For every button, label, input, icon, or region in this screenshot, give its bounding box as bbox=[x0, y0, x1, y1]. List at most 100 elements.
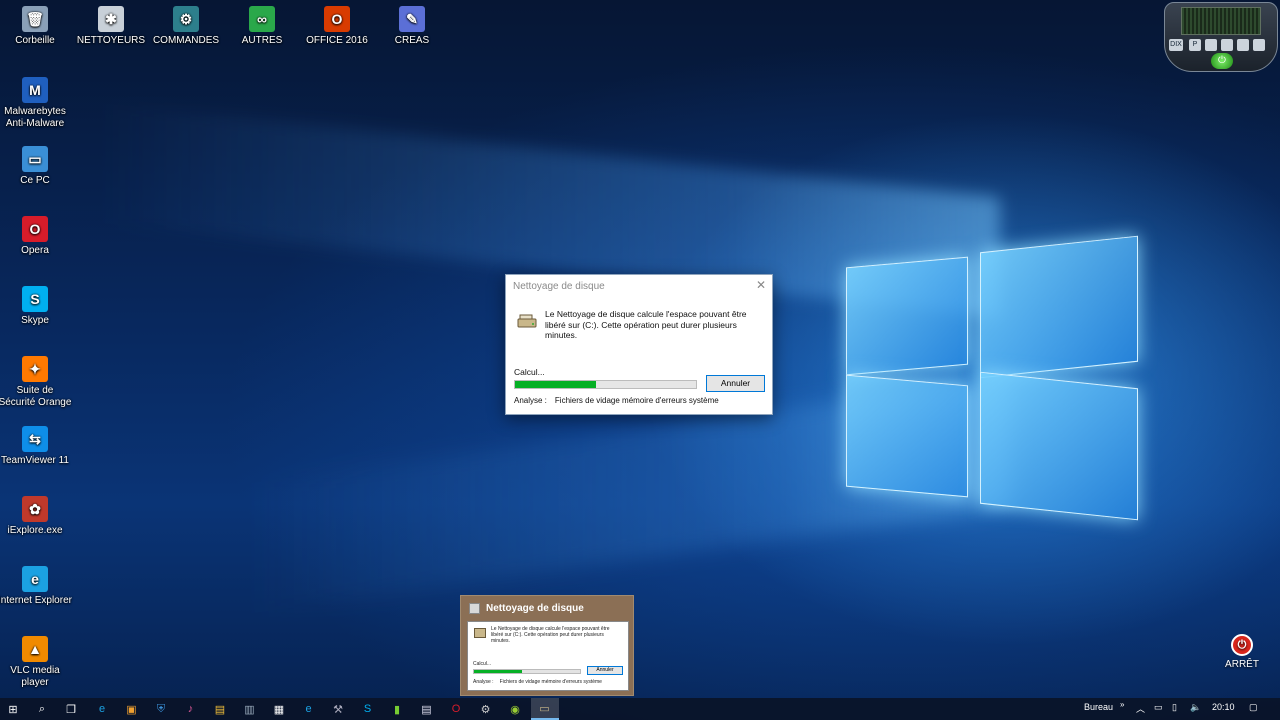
taskbar-thumbnail-preview[interactable]: Nettoyage de disque Le Nettoyage de disq… bbox=[460, 595, 634, 696]
shield-icon[interactable]: ⛨ bbox=[153, 701, 169, 717]
gadget-button[interactable] bbox=[1205, 39, 1217, 51]
desktop-icon[interactable]: ⚙ COMMANDES bbox=[148, 6, 224, 47]
search-icon[interactable]: ⌕ bbox=[34, 701, 50, 717]
opera-icon[interactable]: O bbox=[448, 701, 464, 717]
gadget-button[interactable] bbox=[1253, 39, 1265, 51]
recycle-bin-icon: 🗑 bbox=[22, 6, 48, 32]
toolbar-expand-icon[interactable]: » bbox=[1120, 700, 1124, 709]
windows-logo-pane bbox=[980, 371, 1138, 521]
windows-logo-pane bbox=[846, 256, 968, 376]
preview-status: Calcul... bbox=[473, 661, 492, 667]
malwarebytes-icon: M bbox=[22, 77, 48, 103]
desktop-icon-label: CREAS bbox=[394, 35, 430, 46]
preview-cancel-button: Annuler bbox=[587, 666, 623, 675]
preview-message: Le Nettoyage de disque calcule l'espace … bbox=[491, 626, 610, 644]
iexplore-exe-icon: ✿ bbox=[22, 496, 48, 522]
dialog-message: Le Nettoyage de disque calcule l'espace … bbox=[545, 309, 747, 340]
desktop-icon[interactable]: e Internet Explorer bbox=[0, 566, 73, 607]
preview-progress-bar bbox=[473, 669, 581, 674]
system-monitor-gadget[interactable]: DIX P ⏻ bbox=[1164, 2, 1278, 72]
desktop-icon-label: Corbeille bbox=[15, 35, 55, 46]
desktop-icon[interactable]: S Skype bbox=[0, 286, 73, 327]
progress-bar bbox=[514, 380, 697, 389]
office-icon: O bbox=[324, 6, 350, 32]
internet-explorer-icon: e bbox=[22, 566, 48, 592]
start-icon[interactable]: ⊞ bbox=[5, 701, 21, 717]
gadget-button[interactable]: DIX bbox=[1169, 39, 1183, 51]
desktop-icon-label: Skype bbox=[21, 315, 49, 326]
settings-icon[interactable]: ⚙ bbox=[478, 701, 494, 717]
battery-icon[interactable]: ▯ bbox=[1172, 702, 1177, 713]
desktop-icon[interactable]: ✦ Suite de Sécurité Orange bbox=[0, 356, 73, 409]
gadget-screen bbox=[1181, 7, 1261, 35]
shutdown-shortcut[interactable]: ⏻ ARRÊT bbox=[1218, 634, 1266, 670]
gadget-button[interactable]: P bbox=[1189, 39, 1201, 51]
task-view-icon[interactable]: ❐ bbox=[63, 701, 79, 717]
tool-icon[interactable]: ⚒ bbox=[330, 701, 346, 717]
notification-center-icon[interactable]: ▢ bbox=[1249, 702, 1258, 713]
desktop-icon[interactable]: M Malwarebytes Anti-Malware bbox=[0, 77, 73, 130]
desktop-icon-label: AUTRES bbox=[241, 35, 283, 46]
analysis-label: Analyse : bbox=[514, 396, 547, 405]
desktop-icon[interactable]: O OFFICE 2016 bbox=[299, 6, 375, 47]
windows-logo-pane bbox=[846, 374, 968, 498]
cleaners-folder-icon: ✱ bbox=[98, 6, 124, 32]
show-hidden-icons-icon[interactable]: ︿ bbox=[1136, 702, 1145, 715]
preview-title: Nettoyage de disque bbox=[486, 603, 584, 614]
volume-icon[interactable]: 🔈 bbox=[1190, 702, 1201, 713]
skype-icon[interactable]: S bbox=[360, 701, 376, 717]
preview-analysis: Analyse : Fichiers de vidage mémoire d'er… bbox=[473, 679, 602, 685]
desktop-icon[interactable]: 🗑 Corbeille bbox=[0, 6, 73, 47]
desktop-icon[interactable]: ⇆ TeamViewer 11 bbox=[0, 426, 73, 467]
edge-icon[interactable]: e bbox=[94, 701, 110, 717]
file-explorer-icon[interactable]: ▤ bbox=[212, 701, 228, 717]
disk-cleanup-icon bbox=[474, 628, 486, 638]
music-icon[interactable]: ♪ bbox=[183, 701, 199, 717]
clock[interactable]: 20:10 bbox=[1212, 702, 1235, 712]
desktop-icon-label: Opera bbox=[21, 245, 49, 256]
desktop-icon-label: NETTOYEURS bbox=[76, 35, 146, 46]
desktop-icon[interactable]: ✎ CREAS bbox=[374, 6, 450, 47]
desktop-icon-label: iExplore.exe bbox=[7, 525, 63, 536]
ie-icon[interactable]: e bbox=[301, 701, 317, 717]
camera-icon[interactable]: ◉ bbox=[507, 701, 523, 717]
analysis-line: Analyse : Fichiers de vidage mémoire d'er… bbox=[514, 396, 719, 405]
progress-fill bbox=[515, 381, 597, 388]
cmd-icon[interactable]: ▦ bbox=[271, 701, 287, 717]
window-icon bbox=[469, 603, 480, 614]
dialog-title: Nettoyage de disque bbox=[513, 281, 605, 292]
preview-analysis-label: Analyse : bbox=[473, 679, 494, 685]
preview-thumbnail: Le Nettoyage de disque calcule l'espace … bbox=[467, 621, 629, 691]
preview-progress-fill bbox=[474, 670, 522, 673]
others-folder-icon: ∞ bbox=[249, 6, 275, 32]
analysis-value: Fichiers de vidage mémoire d'erreurs sys… bbox=[554, 396, 719, 405]
windows-logo-pane bbox=[980, 235, 1138, 379]
vlc-icon: ▲ bbox=[22, 636, 48, 662]
desktop-icon[interactable]: ∞ AUTRES bbox=[224, 6, 300, 47]
media-icon[interactable]: ▣ bbox=[124, 701, 140, 717]
monitor-icon[interactable]: ▥ bbox=[242, 701, 258, 717]
gadget-button[interactable] bbox=[1237, 39, 1249, 51]
gadget-button[interactable] bbox=[1221, 39, 1233, 51]
orange-security-icon: ✦ bbox=[22, 356, 48, 382]
desktop-icon[interactable]: ▲ VLC media player bbox=[0, 636, 73, 689]
cancel-button[interactable]: Annuler bbox=[706, 375, 765, 392]
android-icon[interactable]: ▮ bbox=[389, 701, 405, 717]
notepad-icon[interactable]: ▤ bbox=[419, 701, 435, 717]
close-icon[interactable]: ✕ bbox=[756, 278, 766, 292]
desktop-icon-label: Internet Explorer bbox=[0, 595, 72, 606]
disk-cleanup-icon[interactable]: ▭ bbox=[530, 698, 559, 720]
power-icon[interactable]: ⏻ bbox=[1211, 53, 1233, 69]
desktop-icon-label: Suite de Sécurité Orange bbox=[0, 385, 72, 408]
desktop-toolbar-label[interactable]: Bureau bbox=[1084, 702, 1113, 712]
desktop-icon[interactable]: ✱ NETTOYEURS bbox=[73, 6, 149, 47]
dialog-titlebar[interactable]: Nettoyage de disque ✕ bbox=[506, 275, 772, 299]
disk-cleanup-icon bbox=[517, 314, 537, 328]
network-icon[interactable]: ▭ bbox=[1154, 702, 1163, 713]
desktop-icon-label: COMMANDES bbox=[152, 35, 220, 46]
shutdown-label: ARRÊT bbox=[1225, 659, 1259, 670]
desktop-icon[interactable]: ▭ Ce PC bbox=[0, 146, 73, 187]
desktop-icon[interactable]: ✿ iExplore.exe bbox=[0, 496, 73, 537]
taskbar: ⊞ ⌕ ❐ e ▣ ⛨ ♪ ▤ ▥ ▦ e ⚒ S ▮ ▤ O ⚙ ◉ ▭ Bureau » ︿ ▭ ▯ 🔈 20:… bbox=[0, 698, 1280, 720]
desktop-icon[interactable]: O Opera bbox=[0, 216, 73, 257]
